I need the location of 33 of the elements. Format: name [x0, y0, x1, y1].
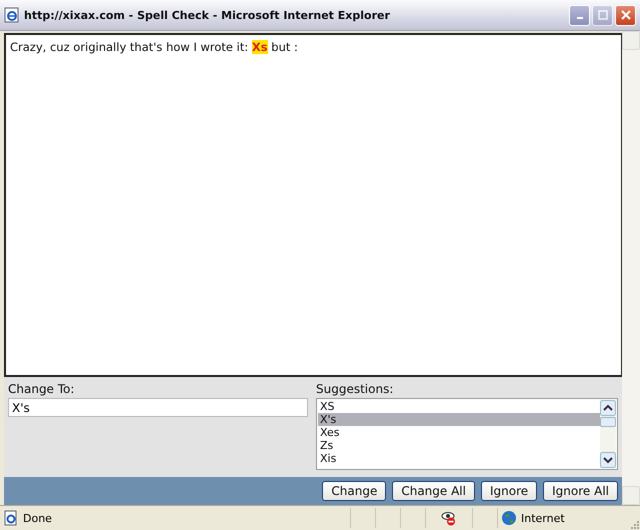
- action-button[interactable]: Change: [322, 481, 386, 501]
- scroll-up-icon[interactable]: [600, 400, 616, 416]
- suggestions-label: Suggestions:: [316, 382, 394, 396]
- globe-icon: [501, 510, 517, 526]
- close-button[interactable]: [615, 4, 636, 26]
- page-icon: [3, 510, 19, 526]
- minimize-button[interactable]: [569, 4, 590, 26]
- privacy-icon: [441, 510, 457, 526]
- page-scrollbar[interactable]: [622, 31, 640, 505]
- resize-grip-icon[interactable]: [628, 518, 640, 530]
- change-to-label: Change To:: [8, 382, 76, 396]
- action-button[interactable]: Ignore All: [543, 481, 618, 501]
- scroll-down-icon[interactable]: [600, 452, 616, 468]
- suggestion-item[interactable]: Zs: [318, 439, 600, 452]
- scroll-thumb[interactable]: [600, 417, 616, 427]
- minimize-icon: [576, 17, 582, 19]
- suggestion-item[interactable]: Xes: [318, 426, 600, 439]
- window-title: http://xixax.com - Spell Check - Microsoft Internet Explorer: [24, 8, 391, 22]
- close-icon: [620, 10, 630, 20]
- change-to-field[interactable]: X's: [8, 398, 308, 417]
- suggestion-item[interactable]: XS: [318, 400, 600, 413]
- action-button[interactable]: Change All: [392, 481, 475, 501]
- document-text: Crazy, cuz originally that's how I wrote it: Xs but :: [10, 40, 298, 54]
- suggestion-item[interactable]: X's: [318, 413, 600, 426]
- zone-text: Internet: [521, 512, 565, 524]
- suggestions-list[interactable]: XS X's Xes Zs Xis: [316, 398, 618, 470]
- ie-icon: [4, 7, 20, 23]
- maximize-icon: [598, 10, 608, 20]
- suggestion-item[interactable]: Xis: [318, 452, 600, 465]
- maximize-button[interactable]: [592, 4, 613, 26]
- action-button[interactable]: Ignore: [480, 481, 538, 501]
- list-scrollbar[interactable]: [600, 400, 616, 468]
- status-text: Done: [23, 512, 52, 524]
